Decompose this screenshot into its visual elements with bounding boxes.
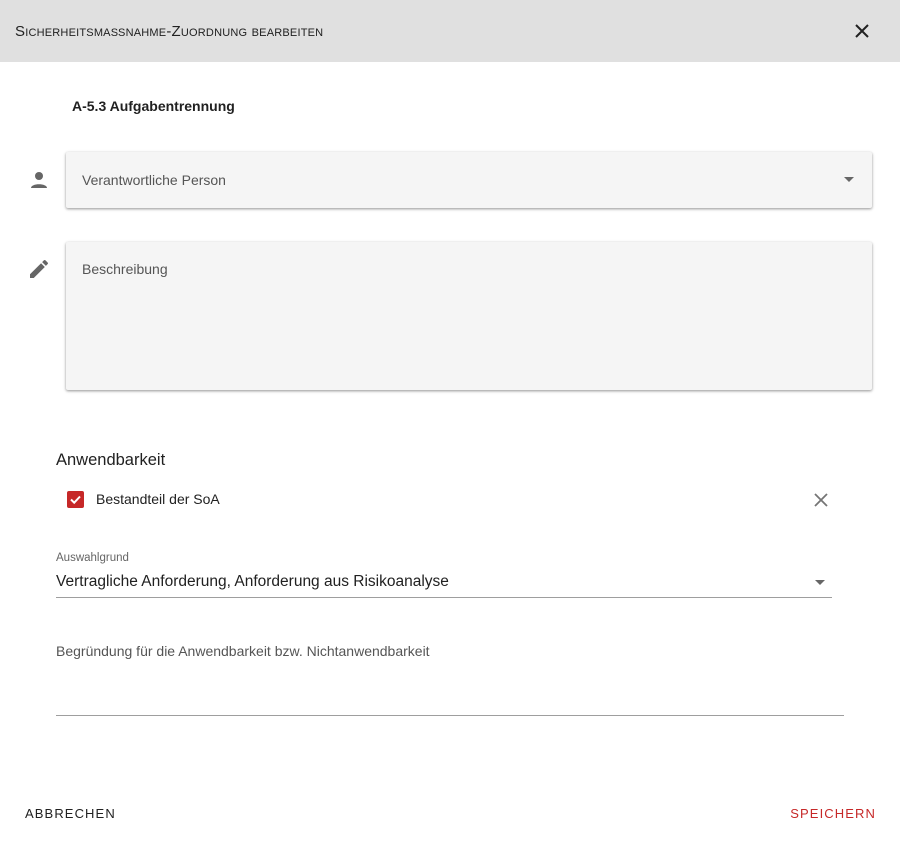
- selection-reason-value: Vertragliche Anforderung, Anforderung au…: [56, 573, 449, 590]
- close-icon: [855, 24, 869, 38]
- chevron-down-icon: [844, 177, 854, 182]
- save-button[interactable]: SPEICHERN: [790, 806, 876, 821]
- cancel-button[interactable]: ABBRECHEN: [25, 806, 116, 821]
- selection-reason-underline: [56, 597, 832, 598]
- selection-reason-caption: Auswahlgrund: [56, 552, 129, 564]
- applicability-section-title: Anwendbarkeit: [56, 451, 166, 469]
- person-icon: [27, 168, 51, 192]
- checkmark-icon: [70, 495, 81, 505]
- measure-title: A-5.3 Aufgabentrennung: [72, 98, 235, 114]
- pencil-icon: [27, 257, 51, 281]
- justification-underline: [56, 715, 844, 716]
- dialog-title: Sicherheitsmaßnahme-Zuordnung bearbeiten: [15, 22, 324, 40]
- responsible-person-label: Verantwortliche Person: [82, 172, 226, 188]
- soa-checkbox[interactable]: [67, 491, 84, 508]
- responsible-person-select[interactable]: Verantwortliche Person: [66, 152, 872, 208]
- chevron-down-icon: [815, 580, 825, 585]
- description-textarea[interactable]: Beschreibung: [66, 242, 872, 390]
- dialog-header: Sicherheitsmaßnahme-Zuordnung bearbeiten: [0, 0, 900, 62]
- soa-checkbox-label: Bestandteil der SoA: [96, 491, 220, 507]
- close-button[interactable]: [850, 19, 874, 43]
- description-label: Beschreibung: [82, 261, 168, 277]
- justification-label: Begründung für die Anwendbarkeit bzw. Ni…: [56, 643, 430, 659]
- clear-icon[interactable]: [811, 490, 831, 510]
